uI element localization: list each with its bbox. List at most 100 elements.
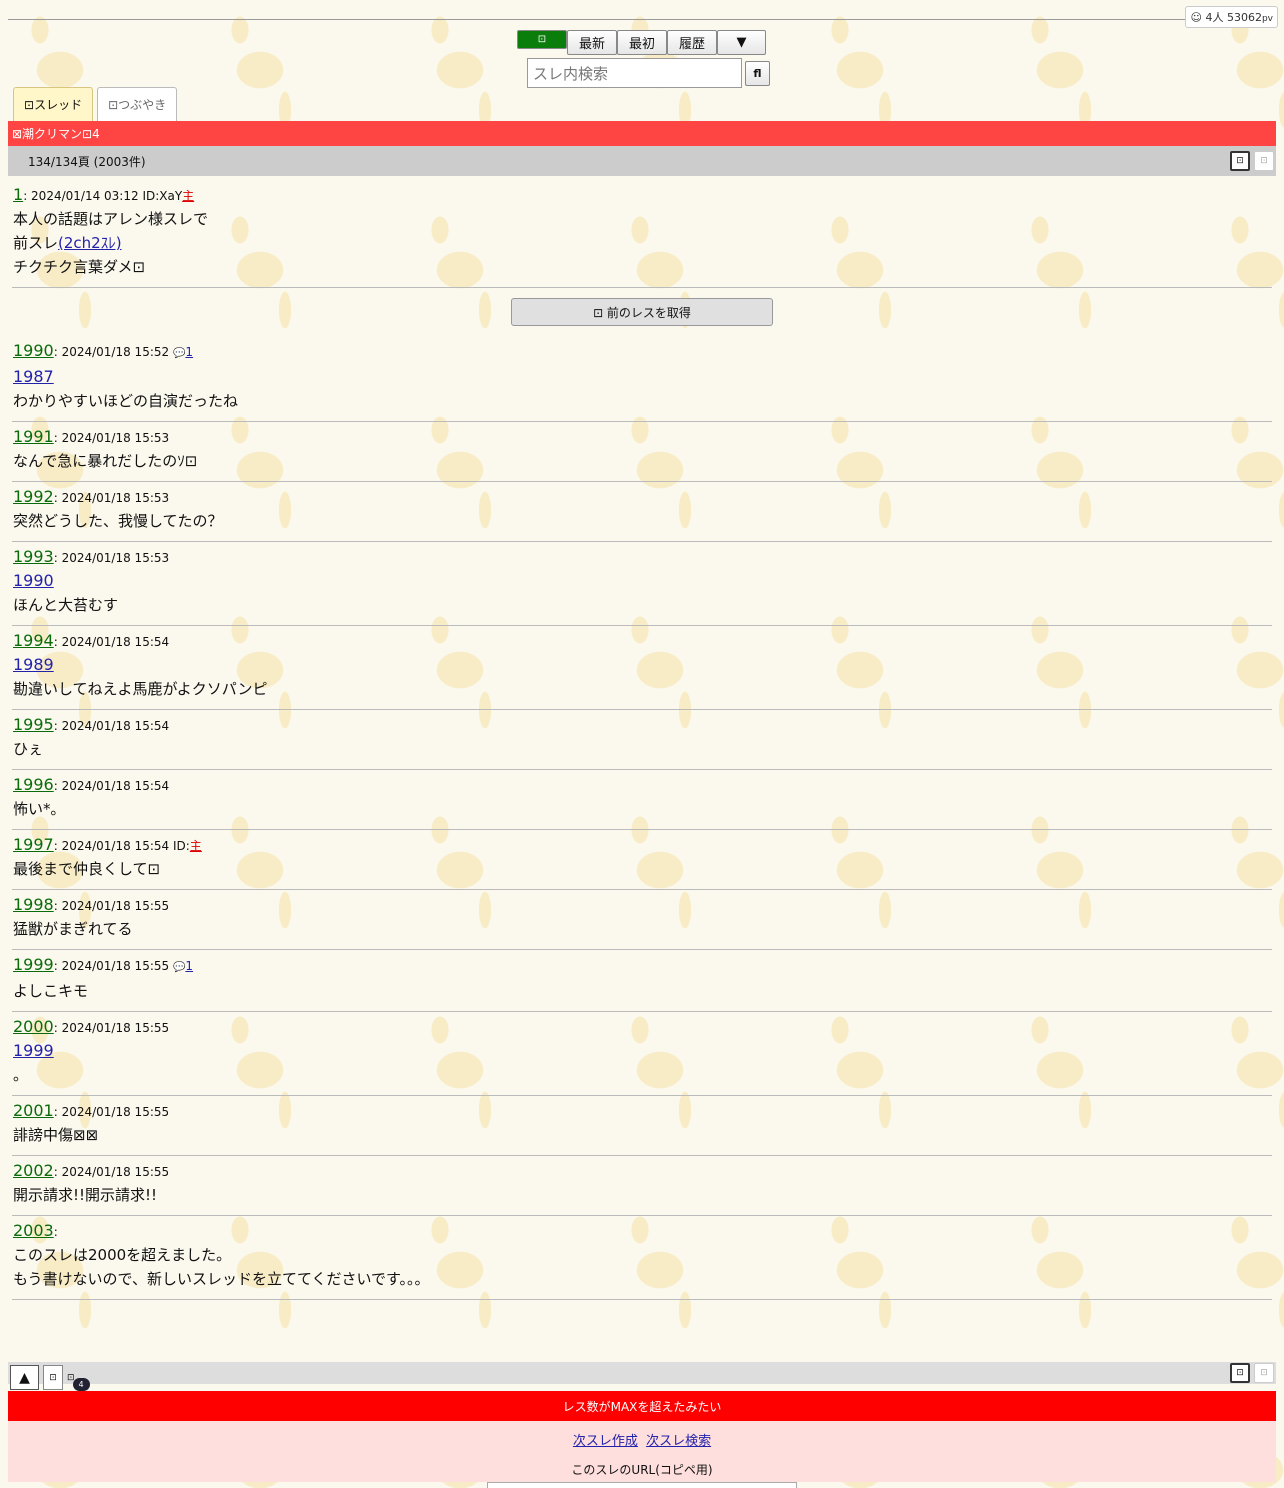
bookmark-button[interactable]: ⊡ (1254, 151, 1274, 171)
post-body: 最後まで仲良くして⊡ (13, 860, 161, 878)
post-date: 2024/01/18 15:54 (61, 719, 170, 733)
post-number[interactable]: 1995 (13, 715, 54, 734)
post-number[interactable]: 2002 (13, 1161, 54, 1180)
home-button[interactable]: ⊡ (517, 30, 567, 49)
post-2002: 2002: 2024/01/18 15:55 開示請求!!開示請求!! (12, 1156, 1272, 1216)
post-1992: 1992: 2024/01/18 15:53 突然どうした、我慢してたの？ (12, 482, 1272, 542)
post-body: なんで急に暴れだしたのｿ⊡ (13, 452, 198, 470)
post-body: 誹謗中傷⊠⊠ (13, 1126, 99, 1144)
scroll-top-button[interactable]: ▲ (10, 1365, 39, 1390)
post-date: 2024/01/18 15:53 (61, 431, 170, 445)
reply-count-icon: 💬 (172, 348, 186, 359)
post-date: 2024/01/18 15:55 (61, 1165, 170, 1179)
page-count: 134/134頁 (2003件) (28, 154, 146, 169)
reply-anchor[interactable]: 1987 (13, 365, 1271, 389)
post-id: ID: (172, 839, 190, 853)
post-number[interactable]: 1999 (13, 955, 54, 974)
people-icon: ☺ (1190, 11, 1202, 24)
post-2000: 2000: 2024/01/18 15:55 1999。 (12, 1012, 1272, 1096)
thread-title: ⊠潮クリマン⊡4 (8, 121, 1276, 146)
post-body: ひぇ (13, 740, 44, 758)
post-1995: 1995: 2024/01/18 15:54 ひぇ (12, 710, 1272, 770)
thread-url-field[interactable] (487, 1482, 797, 1488)
reply-count[interactable]: 1 (185, 959, 193, 973)
bottom-toolbar: ▲ ⊡ ⊡ 4 ⊡ ⊡ (8, 1362, 1276, 1391)
notification-badge: 4 (72, 1378, 90, 1391)
post-1990: 1990: 2024/01/18 15:52 💬1 1987 わかりやすいほどの自演… (12, 336, 1272, 422)
post-number[interactable]: 2000 (13, 1017, 54, 1036)
reply-anchor[interactable]: 1989 (13, 653, 1271, 677)
post-number[interactable]: 1993 (13, 547, 54, 566)
post-number[interactable]: 1 (13, 185, 23, 204)
menu-dropdown-button[interactable]: ▼ (717, 30, 766, 55)
post-1991: 1991: 2024/01/18 15:53 なんで急に暴れだしたのｿ⊡ (12, 422, 1272, 482)
next-thread-area: 次スレ作成 次スレ検索 このスレのURL(コピペ用) (8, 1421, 1276, 1488)
post-number[interactable]: 1997 (13, 835, 54, 854)
tab-thread[interactable]: ⊡ スレッド (13, 87, 94, 121)
counter-people: 4人 (1205, 11, 1224, 24)
post-date: 2024/01/18 15:53 (61, 491, 170, 505)
latest-button[interactable]: 最新 (567, 30, 617, 55)
settings-button-bottom[interactable]: ⊡ (1230, 1363, 1250, 1383)
post-date: 2024/01/18 15:55 (61, 899, 170, 913)
tab-tweets-label: つぶやき (118, 98, 167, 112)
post-date: 2024/01/18 15:53 (61, 551, 170, 565)
post-date: 2024/01/18 15:55 (61, 959, 170, 973)
post-body: よしこキモ (13, 982, 89, 1000)
search-input[interactable]: スレ内検索 (527, 58, 742, 88)
post-number[interactable]: 2001 (13, 1101, 54, 1120)
post-body: 。 (13, 1066, 29, 1084)
first-button[interactable]: 最初 (617, 30, 667, 55)
post-date: 2024/01/18 15:55 (61, 1021, 170, 1035)
history-button[interactable]: 履歴 (667, 30, 717, 55)
reply-anchor[interactable]: 1990 (13, 569, 1271, 593)
previous-thread-link[interactable]: (2ch2ｽﾚ) (58, 234, 122, 252)
post-number[interactable]: 2003 (13, 1221, 54, 1240)
tab-tweets[interactable]: ⊡ つぶやき (97, 87, 178, 121)
post-number[interactable]: 1996 (13, 775, 54, 794)
post-1998: 1998: 2024/01/18 15:55 猛獣がまぎれてる (12, 890, 1272, 950)
post-line: 本人の話題はアレン様スレで (13, 210, 209, 228)
reply-button[interactable]: ⊡ (43, 1365, 63, 1390)
post-number[interactable]: 1994 (13, 631, 54, 650)
settings-button[interactable]: ⊡ (1230, 151, 1250, 171)
post-1997: 1997: 2024/01/18 15:54 ID:主 最後まで仲良くして⊡ (12, 830, 1272, 890)
post-1993: 1993: 2024/01/18 15:53 1990 ほんと大苔むす (12, 542, 1272, 626)
post-line: もう書けないので、新しいスレッドを立ててくださいです。。。 (13, 1270, 430, 1288)
host-badge[interactable]: 主 (182, 189, 194, 203)
tweet-icon: ⊡ (108, 97, 119, 112)
post-list: 1: 2024/01/14 03:12 ID:XaY主 本人の話題はアレン様スレ… (12, 180, 1272, 1300)
thread-search: スレ内検索 fl (527, 58, 770, 88)
reply-count-icon: 💬 (172, 962, 186, 973)
post-1996: 1996: 2024/01/18 15:54 怖い*｡ (12, 770, 1272, 830)
post-number[interactable]: 1990 (13, 341, 54, 360)
post-number[interactable]: 1992 (13, 487, 54, 506)
top-divider (8, 19, 1276, 20)
post-body: 開示請求!!開示請求!! (13, 1186, 158, 1204)
top-nav: ⊡ 最新 最初 履歴 ▼ (517, 30, 766, 55)
search-next-thread-link[interactable]: 次スレ検索 (646, 1434, 711, 1449)
search-button[interactable]: fl (745, 61, 770, 86)
load-previous-button[interactable]: ⊡ 前のレスを取得 (511, 298, 773, 326)
host-badge[interactable]: 主 (190, 839, 202, 853)
post-date: 2024/01/18 15:54 (61, 839, 170, 853)
post-date: 2024/01/18 15:54 (61, 635, 170, 649)
post-body: 猛獣がまぎれてる (13, 920, 133, 938)
thread-icon: ⊡ (24, 97, 35, 112)
post-1999: 1999: 2024/01/18 15:55 💬1 よしこキモ (12, 950, 1272, 1012)
visitor-counter: ☺ 4人 53062pv (1185, 6, 1278, 28)
tab-thread-label: スレッド (34, 98, 83, 112)
post-1: 1: 2024/01/14 03:12 ID:XaY主 本人の話題はアレン様スレ… (12, 180, 1272, 288)
post-body: わかりやすいほどの自演だったね (13, 392, 239, 410)
counter-views: 53062 (1226, 11, 1262, 24)
bookmark-button-bottom[interactable]: ⊡ (1254, 1363, 1274, 1383)
post-container: 1990: 2024/01/18 15:52 💬1 1987 わかりやすいほどの自演… (12, 336, 1272, 1216)
post-line: このスレは2000を超えました。 (13, 1246, 232, 1264)
create-next-thread-link[interactable]: 次スレ作成 (573, 1434, 638, 1449)
max-notice: レス数がMAXを超えたみたい (8, 1391, 1276, 1421)
reply-count[interactable]: 1 (185, 345, 193, 359)
home-icon: ⊡ (537, 34, 547, 45)
post-number[interactable]: 1991 (13, 427, 54, 446)
reply-anchor[interactable]: 1999 (13, 1039, 1271, 1063)
post-number[interactable]: 1998 (13, 895, 54, 914)
